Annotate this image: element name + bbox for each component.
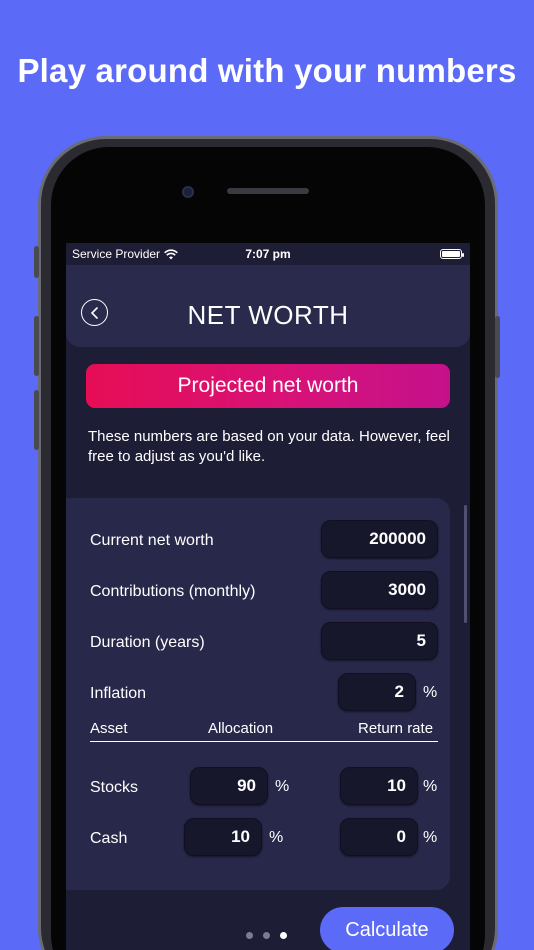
scrollbar[interactable] <box>464 505 467 623</box>
status-time: 7:07 pm <box>245 247 291 261</box>
page-dot-1[interactable] <box>246 932 253 939</box>
asset-stocks-label: Stocks <box>90 779 139 796</box>
duration-label: Duration (years) <box>90 634 205 651</box>
stocks-allocation-field[interactable]: 90 <box>190 767 268 805</box>
inflation-unit: % <box>423 684 438 701</box>
intro-text: These numbers are based on your data. Ho… <box>88 428 450 465</box>
volume-down-button <box>34 390 39 450</box>
inflation-field[interactable]: 2 <box>338 673 416 711</box>
battery-icon <box>440 249 464 259</box>
mute-switch <box>34 246 39 278</box>
duration-field[interactable]: 5 <box>321 622 438 660</box>
page-dot-3-active[interactable] <box>280 932 287 939</box>
current-net-worth-field[interactable]: 200000 <box>321 520 438 558</box>
cash-allocation-unit: % <box>269 829 284 846</box>
volume-up-button <box>34 316 39 376</box>
page-dot-2[interactable] <box>263 932 270 939</box>
allocation-column-header: Allocation <box>208 720 274 737</box>
page-indicator[interactable] <box>246 932 287 939</box>
stocks-return-unit: % <box>423 778 438 795</box>
cash-allocation-field[interactable]: 10 <box>184 818 262 856</box>
stocks-return-field[interactable]: 10 <box>340 767 418 805</box>
cash-return-field[interactable]: 0 <box>340 818 418 856</box>
current-net-worth-label: Current net worth <box>90 532 214 549</box>
earpiece-speaker <box>227 188 309 194</box>
app-screen: Service Provider 7:07 pm NET WORTH Proje… <box>66 243 470 950</box>
power-button <box>495 316 500 378</box>
page-title: NET WORTH <box>187 300 349 330</box>
inputs-card: Current net worth 200000 Contributions (… <box>66 498 450 890</box>
contributions-field[interactable]: 3000 <box>321 571 438 609</box>
status-bar: Service Provider 7:07 pm <box>66 243 470 265</box>
contributions-label: Contributions (monthly) <box>90 583 256 600</box>
front-camera <box>182 186 194 198</box>
projected-net-worth-banner: Projected net worth <box>86 364 450 408</box>
stocks-allocation-unit: % <box>275 778 290 795</box>
asset-column-header: Asset <box>90 720 128 737</box>
marketing-headline: Play around with your numbers <box>17 52 517 89</box>
asset-cash-label: Cash <box>90 830 128 847</box>
navigation-bar: NET WORTH <box>66 265 470 347</box>
table-divider <box>90 741 438 742</box>
inflation-label: Inflation <box>90 685 147 702</box>
return-rate-column-header: Return rate <box>358 720 434 737</box>
cash-return-unit: % <box>423 829 438 846</box>
calculate-button[interactable]: Calculate <box>320 907 454 950</box>
